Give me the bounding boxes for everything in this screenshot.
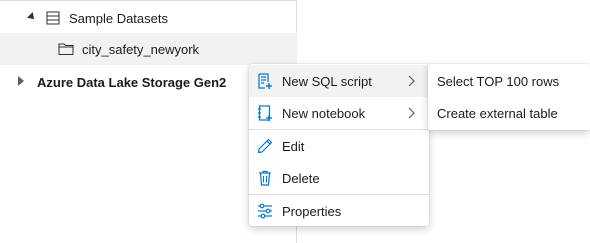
folder-icon (58, 43, 74, 55)
menu-item-label: Edit (282, 139, 305, 154)
menu-item-label: New notebook (282, 106, 366, 121)
sql-script-submenu: Select TOP 100 rows Create external tabl… (428, 64, 590, 130)
trash-icon (259, 170, 271, 186)
context-menu: New SQL script New notebook Edit Delete … (249, 64, 429, 226)
submenu-item-label: Create external table (437, 106, 558, 121)
tree-item-label: city_safety_newyork (82, 42, 200, 57)
caret-down-icon[interactable] (27, 12, 37, 22)
submenu-item-label: Select TOP 100 rows (437, 74, 560, 89)
tree-item-sample-datasets[interactable]: Sample Datasets (0, 2, 297, 34)
sql-script-icon (258, 73, 272, 89)
menu-item-label: Properties (282, 204, 342, 219)
menu-item-new-notebook[interactable]: New notebook (249, 97, 429, 129)
submenu-item-create-external-table[interactable]: Create external table (428, 97, 590, 129)
tree-item-label: Sample Datasets (69, 11, 168, 26)
chevron-right-icon (408, 75, 415, 87)
menu-item-edit[interactable]: Edit (249, 130, 429, 162)
tree-item-label: Azure Data Lake Storage Gen2 (37, 75, 227, 90)
sliders-icon (258, 203, 272, 219)
top-divider (0, 0, 297, 1)
submenu-item-select-top-100[interactable]: Select TOP 100 rows (428, 65, 590, 97)
tree-item-city-safety-newyork[interactable]: city_safety_newyork (0, 33, 297, 65)
menu-item-delete[interactable]: Delete (249, 162, 429, 194)
pencil-icon (257, 138, 273, 154)
menu-item-new-sql-script[interactable]: New SQL script (249, 65, 429, 97)
menu-item-properties[interactable]: Properties (249, 195, 429, 227)
database-icon (46, 11, 60, 25)
caret-right-icon[interactable] (18, 76, 24, 86)
notebook-icon (258, 105, 272, 121)
menu-item-label: Delete (282, 171, 320, 186)
chevron-right-icon (408, 107, 415, 119)
menu-item-label: New SQL script (282, 74, 372, 89)
